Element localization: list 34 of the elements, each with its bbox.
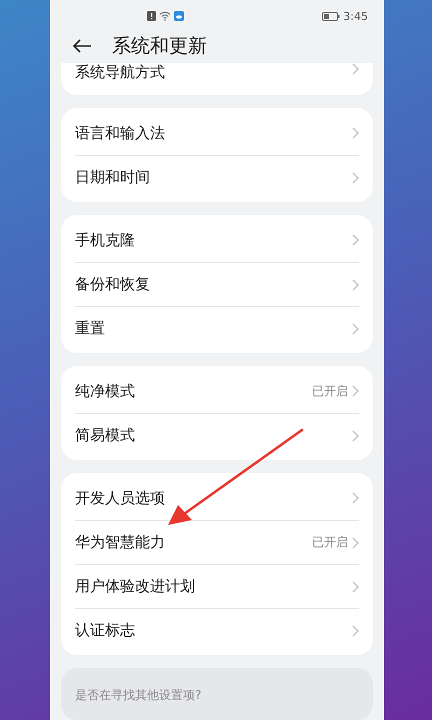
- setting-value: 已开启: [312, 382, 348, 400]
- setting-item[interactable]: 华为智慧能力: [75, 533, 312, 552]
- chevron-icon: [352, 580, 359, 592]
- setting-item[interactable]: 重置: [75, 319, 352, 338]
- notification-icon: [147, 11, 156, 22]
- chevron-icon: [352, 624, 359, 636]
- setting-item[interactable]: 备份和恢复: [75, 275, 352, 294]
- chevron-icon: [352, 385, 359, 397]
- setting-item[interactable]: 语言和输入法: [75, 124, 352, 142]
- setting-item[interactable]: 手机克隆: [75, 230, 352, 250]
- setting-item[interactable]: 系统导航方式: [75, 63, 352, 82]
- chevron-icon: [352, 127, 359, 139]
- setting-item[interactable]: 日期和时间: [75, 168, 352, 187]
- chevron-icon: [352, 278, 359, 290]
- setting-item[interactable]: 简易模式: [75, 426, 352, 445]
- setting-item[interactable]: 用户体验改进计划: [75, 577, 352, 596]
- app-icon: [174, 11, 184, 22]
- chevron-icon: [352, 430, 359, 442]
- back-icon[interactable]: [72, 38, 92, 53]
- setting-item[interactable]: 开发人员选项: [75, 488, 352, 508]
- setting-item[interactable]: 认证标志: [75, 621, 352, 640]
- setting-item[interactable]: 纯净模式: [75, 382, 312, 400]
- chevron-icon: [352, 492, 359, 504]
- page-title: 系统和更新: [112, 34, 207, 59]
- chevron-icon: [352, 234, 359, 246]
- chevron-icon: [352, 536, 359, 548]
- suggestion-text: 是否在寻找其他设置项?: [75, 688, 202, 702]
- chevron-icon: [352, 63, 359, 75]
- battery-icon: [322, 12, 340, 21]
- setting-value: 已开启: [312, 534, 348, 551]
- chevron-icon: [352, 322, 359, 334]
- wifi-icon: [159, 11, 171, 22]
- status-time: 3:45: [343, 10, 368, 23]
- chevron-icon: [352, 172, 359, 184]
